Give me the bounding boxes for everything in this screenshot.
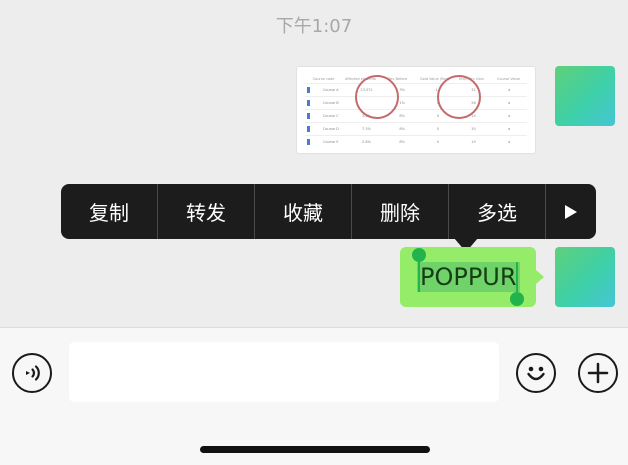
avatar[interactable] (555, 247, 615, 307)
selection-end-bar (516, 262, 518, 292)
message-timestamp: 下午1:07 (275, 16, 353, 37)
table-cell: Course C (322, 114, 339, 118)
highlight-circle (437, 75, 481, 119)
cup-icon (307, 139, 310, 145)
table-cell: a (508, 101, 511, 105)
plus-circle-icon (587, 362, 609, 384)
image-table-row: Course D 7.3% 8% 0 30 a (305, 122, 527, 135)
table-cell: a (508, 140, 511, 144)
chat-area: 下午1:07 Course code Affected students Rev… (0, 0, 628, 327)
table-cell: a (508, 114, 511, 118)
image-table-header: Course code Affected students Rev Before… (305, 75, 527, 83)
table-cell: 0 (436, 127, 439, 131)
menu-item-forward[interactable]: 转发 (158, 184, 255, 239)
cup-icon (307, 87, 310, 93)
table-cell: Course B (322, 101, 339, 105)
selected-message-text[interactable]: POPPUR (417, 262, 520, 292)
message-input[interactable] (69, 342, 499, 402)
table-cell: a (508, 88, 511, 92)
voice-wave-icon (26, 365, 40, 381)
table-cell: 2.8% (362, 140, 371, 144)
table-cell: 8% (399, 140, 405, 144)
image-table-row: Course A 23,571 3% 1.1 32 a (305, 83, 527, 96)
bubble-tail (536, 270, 544, 284)
voice-button[interactable] (12, 353, 52, 393)
menu-item-favorite[interactable]: 收藏 (255, 184, 352, 239)
table-cell: a (508, 127, 511, 131)
table-cell: 19 (471, 140, 476, 144)
avatar[interactable] (555, 66, 615, 126)
cup-icon (307, 113, 310, 119)
menu-item-multiselect[interactable]: 多选 (449, 184, 546, 239)
image-table-row: Course B 1% 1 26 a (305, 96, 527, 109)
selection-start-bar (418, 262, 420, 292)
table-cell: 8% (399, 127, 405, 131)
menu-more-button[interactable] (546, 184, 596, 239)
menu-item-copy[interactable]: 复制 (61, 184, 158, 239)
image-table-col: Course code (312, 77, 335, 81)
selection-start-handle[interactable] (412, 248, 426, 262)
table-cell: 7.3% (362, 127, 371, 131)
table-cell: Course D (322, 127, 339, 131)
image-table: Course code Affected students Rev Before… (305, 75, 527, 148)
image-table-row: Course E 2.8% 8% 0 19 a (305, 135, 527, 148)
cup-icon (307, 100, 310, 106)
message-context-menu: 复制 转发 收藏 删除 多选 (61, 184, 596, 239)
add-button[interactable] (578, 353, 618, 393)
cup-icon (307, 126, 310, 132)
selection-end-handle[interactable] (510, 292, 524, 306)
image-message[interactable]: Course code Affected students Rev Before… (296, 66, 536, 154)
image-table-col: Course Value (497, 77, 520, 81)
smile-face-icon (527, 366, 545, 381)
chat-input-bar (0, 327, 628, 465)
table-cell: Course E (323, 140, 339, 144)
highlight-circle (355, 75, 399, 119)
table-cell: Course A (322, 88, 339, 92)
emoji-button[interactable] (516, 353, 556, 393)
image-table-row: Course C 3.2% 8% 0 14 a (305, 109, 527, 122)
table-cell: 0 (436, 140, 439, 144)
table-cell: 30 (471, 127, 476, 131)
menu-item-delete[interactable]: 删除 (352, 184, 449, 239)
home-indicator[interactable] (200, 446, 430, 453)
play-right-icon (565, 204, 577, 219)
